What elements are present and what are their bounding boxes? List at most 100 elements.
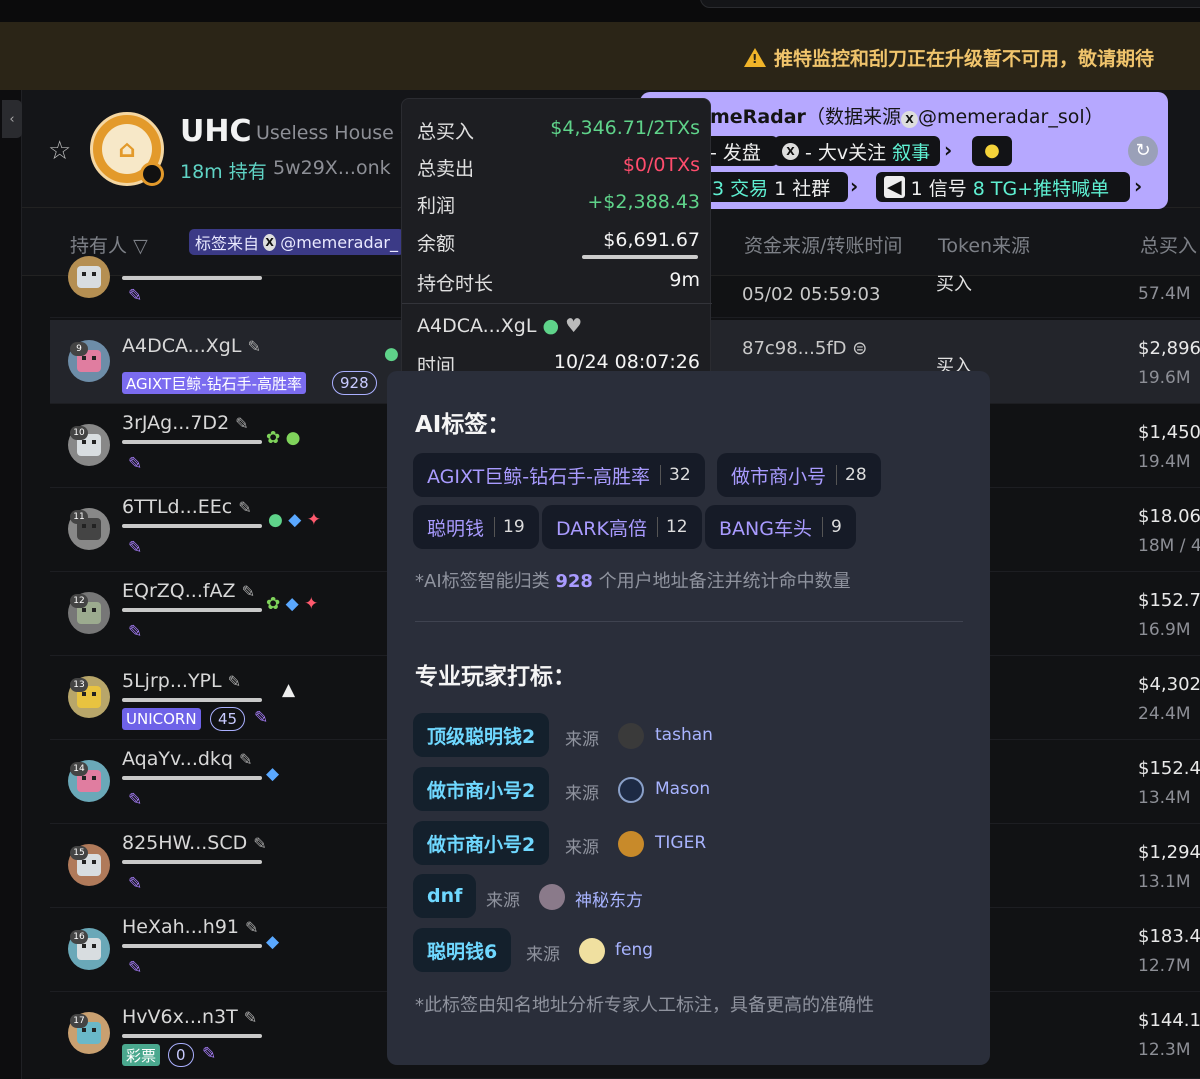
fund-source[interactable]: 87c98...5fD ⊜	[742, 338, 867, 359]
edit-note-icon[interactable]: ✎	[128, 286, 142, 306]
avatar	[539, 884, 565, 910]
bulb-icon[interactable]: ●	[972, 136, 1012, 166]
radar-title-bold: meRadar	[710, 106, 806, 128]
ai-chip-label: 聪明钱	[427, 517, 485, 540]
radar-signal[interactable]: ◀ 1 信号 8 TG+推特喊单	[876, 172, 1130, 202]
x-logo-icon: X	[782, 142, 799, 160]
pencil-icon[interactable]: ✎	[245, 918, 258, 937]
ai-chip-label: 做市商小号	[731, 465, 827, 488]
tag-source-label: 标签来自	[195, 234, 260, 253]
rank-badge: 17	[70, 1014, 88, 1028]
total-buy-header[interactable]: 总买入	[1140, 231, 1197, 258]
pencil-icon[interactable]: ✎	[235, 414, 248, 433]
token-source: 买入	[936, 274, 972, 295]
pencil-icon[interactable]: ✎	[242, 582, 255, 601]
edit-note-icon[interactable]: ✎	[202, 1044, 216, 1064]
collapse-sidebar-button[interactable]: ‹	[2, 100, 22, 138]
pro-chip[interactable]: 聪明钱6	[413, 928, 512, 972]
chain-badge-icon	[140, 162, 164, 186]
edit-note-icon[interactable]: ✎	[128, 874, 142, 894]
radar-narrative: 叙事	[892, 141, 931, 164]
total-buy-label: 总买入	[417, 121, 475, 143]
radar-launch[interactable]: - 发盘	[704, 136, 778, 166]
holder-summary-popup: 总买入 $4,346.71/2TXs 总卖出 $0/0TXs 利润 +$2,388.4…	[401, 98, 712, 380]
token-address[interactable]: 5w29X...onk	[273, 157, 391, 179]
source-name[interactable]: 神秘东方	[575, 886, 643, 911]
radar-calls: 8 TG+推特喊单	[972, 177, 1110, 200]
wallet-address-text: HeXah...h91	[122, 916, 240, 938]
ai-chip-count: 28	[836, 465, 867, 485]
source-name[interactable]: tashan	[655, 725, 713, 745]
ai-chip[interactable]: 聪明钱 19	[413, 505, 539, 549]
wallet-address[interactable]: EQrZQ...fAZ ✎	[122, 580, 255, 602]
buy-amount: $1,450	[1138, 422, 1200, 443]
radar-trade[interactable]: 3 交易 1 社群	[704, 172, 848, 202]
search-bar[interactable]	[700, 0, 1200, 8]
pro-note: *此标签由知名地址分析专家人工标注，具备更高的准确性	[415, 995, 874, 1016]
pencil-icon[interactable]: ✎	[238, 498, 251, 517]
wallet-address[interactable]: 3rJAg...7D2 ✎	[122, 412, 249, 434]
ai-chip[interactable]: BANG车头 9	[705, 505, 856, 549]
pro-chip[interactable]: dnf	[413, 874, 477, 918]
edit-note-icon[interactable]: ✎	[128, 958, 142, 978]
ai-chip[interactable]: AGIXT巨鲸-钻石手-高胜率 32	[413, 453, 705, 497]
ai-chip[interactable]: 做市商小号 28	[717, 453, 881, 497]
wallet-address[interactable]: 5Ljrp...YPL ✎	[122, 670, 241, 692]
edit-note-icon[interactable]: ✎	[128, 790, 142, 810]
edit-note-icon[interactable]: ✎	[128, 538, 142, 558]
wallet-address[interactable]: 6TTLd...EEc ✎	[122, 496, 252, 518]
pencil-icon[interactable]: ✎	[228, 672, 241, 691]
fund-source-header[interactable]: 资金来源/转账时间	[744, 231, 902, 258]
buy-sub: 19.6M	[1138, 368, 1191, 388]
edit-note-icon[interactable]: ✎	[128, 454, 142, 474]
label-count: 45	[210, 707, 246, 731]
ai-chip[interactable]: DARK高倍 12	[542, 505, 702, 549]
divider	[415, 621, 963, 622]
wallet-text: A4DCA...XgL ● ♥	[417, 315, 582, 337]
pencil-icon[interactable]: ✎	[247, 337, 260, 356]
total-sell-label: 总卖出	[417, 158, 475, 180]
summary-wallet[interactable]: A4DCA...XgL	[417, 315, 536, 337]
radar-handle[interactable]: @memeradar_sol）	[918, 106, 1104, 128]
pro-chip[interactable]: 顶级聪明钱2	[413, 713, 550, 757]
edit-note-icon[interactable]: ✎	[128, 622, 142, 642]
wallet-address-text: EQrZQ...fAZ	[122, 580, 236, 602]
chevron-right-icon[interactable]: ›	[1134, 174, 1142, 198]
source-name[interactable]: feng	[615, 940, 653, 960]
wallet-label[interactable]: AGIXT巨鲸-钻石手-高胜率	[122, 372, 307, 394]
pencil-icon[interactable]: ✎	[239, 750, 252, 769]
heart-icon[interactable]: ♥	[565, 315, 582, 337]
edit-note-icon[interactable]: ✎	[254, 708, 268, 728]
chevron-right-icon[interactable]: ›	[944, 138, 952, 162]
wallet-address[interactable]: 825HW...SCD ✎	[122, 832, 267, 854]
age-suffix: 持有	[228, 161, 267, 183]
notice-text-wrap: 推特监控和刮刀正在升级暂不可用，敬请期待	[743, 44, 1154, 71]
wallet-address[interactable]: A4DCA...XgL ✎	[122, 335, 261, 357]
token-source-header[interactable]: Token来源	[938, 231, 1030, 258]
chevron-right-icon[interactable]: ›	[850, 174, 858, 198]
source-name[interactable]: TIGER	[655, 833, 706, 853]
tag-source-badge[interactable]: 标签来自 X @memeradar_	[189, 229, 404, 255]
holding-bar	[122, 944, 262, 948]
from-label: 来源	[565, 730, 599, 750]
wallet-label[interactable]: UNICORN	[122, 708, 201, 730]
wallet-label[interactable]: 彩票	[122, 1044, 161, 1066]
pencil-icon[interactable]: ✎	[244, 1008, 257, 1027]
pro-chip[interactable]: 做市商小号2	[413, 767, 550, 811]
filter-icon[interactable]: ▽	[133, 235, 148, 257]
pro-chip[interactable]: 做市商小号2	[413, 821, 550, 865]
buy-amount: $144.1	[1138, 1010, 1200, 1031]
buy-sub: 12.7M	[1138, 956, 1191, 976]
radar-launch-text: - 发盘	[710, 141, 761, 164]
holder-column-header[interactable]: 持有人 ▽	[70, 231, 148, 258]
tiger-avatar	[618, 831, 644, 857]
wallet-address[interactable]: AqaYv...dkq ✎	[122, 748, 252, 770]
refresh-icon[interactable]: ↻	[1128, 136, 1158, 166]
pencil-icon[interactable]: ✎	[253, 834, 266, 853]
frog-icon: ✿ ◆ ✦	[266, 594, 319, 614]
wallet-address[interactable]: HvV6x...n3T ✎	[122, 1006, 257, 1028]
wallet-address[interactable]: HeXah...h91 ✎	[122, 916, 258, 938]
radar-kol[interactable]: X - 大v关注 叙事	[774, 136, 940, 166]
source-name[interactable]: Mason	[655, 779, 710, 799]
favorite-star-icon[interactable]: ☆	[48, 136, 71, 166]
